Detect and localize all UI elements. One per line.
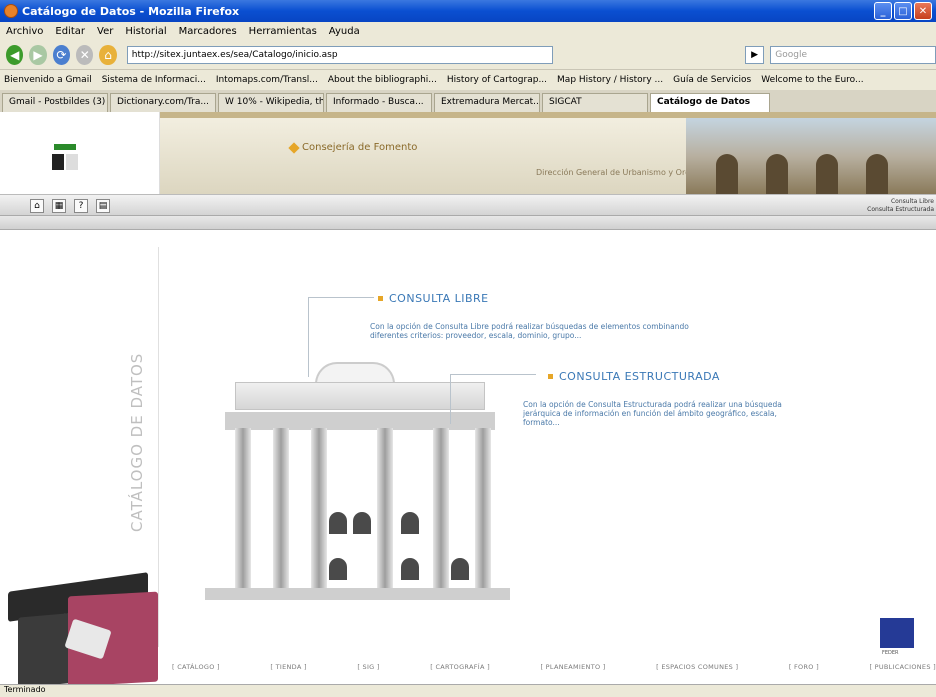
- tab-sigcat[interactable]: SIGCAT: [542, 93, 648, 112]
- connector-line: [308, 297, 374, 377]
- consulta-estructurada-link[interactable]: Consulta Estructurada: [867, 206, 934, 214]
- consejeria-title: Consejería de Fomento: [288, 141, 418, 154]
- back-icon[interactable]: ◀: [6, 44, 24, 65]
- ruins-image: [686, 118, 936, 194]
- minimize-button[interactable]: _: [874, 2, 892, 20]
- forward-icon[interactable]: ▶: [29, 44, 47, 65]
- stars-icon: [54, 144, 76, 150]
- reload-icon[interactable]: ⟳: [52, 44, 71, 65]
- firefox-icon: [4, 4, 18, 18]
- bookmark-item[interactable]: Welcome to the Euro...: [761, 75, 863, 85]
- bookmark-item[interactable]: About the bibliographi...: [328, 75, 437, 85]
- menu-historial[interactable]: Historial: [125, 26, 166, 37]
- navigation-toolbar: ◀ ▶ ⟳ ✕ ⌂ http://sitex.juntaex.es/sea/Ca…: [0, 40, 936, 70]
- close-button[interactable]: ✕: [914, 2, 932, 20]
- arch-shape: [816, 154, 838, 194]
- menu-bar: Archivo Editar Ver Historial Marcadores …: [0, 22, 936, 40]
- consulta-estructurada-link[interactable]: CONSULTA ESTRUCTURADA: [548, 370, 720, 383]
- eu-caption: FEDER: [882, 650, 899, 656]
- arch-shape: [716, 154, 738, 194]
- bookmark-item[interactable]: Bienvenido a Gmail: [4, 75, 92, 85]
- home-icon[interactable]: ⌂: [99, 44, 117, 65]
- arch-shape: [866, 154, 888, 194]
- tab-gmail[interactable]: Gmail - Postbildes (3): [2, 93, 108, 112]
- menu-herramientas[interactable]: Herramientas: [249, 26, 317, 37]
- stop-icon[interactable]: ✕: [76, 44, 94, 65]
- consulta-estructurada-title[interactable]: CONSULTA ESTRUCTURADA: [559, 370, 720, 383]
- bullet-icon: [378, 296, 383, 301]
- footer-link-catalogo[interactable]: [ CATÁLOGO ]: [172, 663, 220, 671]
- eu-flag-logo: [880, 618, 914, 648]
- footer-link-foro[interactable]: [ FORO ]: [789, 663, 819, 671]
- status-bar: Terminado: [0, 684, 936, 697]
- site-logo-area: [0, 112, 160, 194]
- folders-image: [8, 564, 158, 684]
- window-titlebar: Catálogo de Datos - Mozilla Firefox _ □ …: [0, 0, 936, 22]
- maximize-button[interactable]: □: [894, 2, 912, 20]
- tab-dictionary[interactable]: Dictionary.com/Tra...: [110, 93, 216, 112]
- tab-catalogo[interactable]: Catálogo de Datos: [650, 93, 770, 112]
- menu-ver[interactable]: Ver: [97, 26, 113, 37]
- consulta-estructurada-desc: Con la opción de Consulta Estructurada p…: [523, 400, 782, 427]
- menu-archivo[interactable]: Archivo: [6, 26, 43, 37]
- tab-wikipedia[interactable]: W 10% - Wikipedia, th...: [218, 93, 324, 112]
- home-icon[interactable]: ⌂: [30, 199, 44, 213]
- footer-link-publicaciones[interactable]: [ PUBLICACIONES ]: [869, 663, 936, 671]
- site-toolbar: ⌂ ▦ ? ▤: [0, 194, 936, 216]
- consulta-libre-title[interactable]: CONSULTA LIBRE: [389, 292, 489, 305]
- web-page: Consejería de Fomento Dirección General …: [0, 112, 936, 684]
- bookmark-item[interactable]: Sistema de Informaci...: [102, 75, 206, 85]
- footer-link-tienda[interactable]: [ TIENDA ]: [270, 663, 306, 671]
- arch-shape: [766, 154, 788, 194]
- consulta-libre-link[interactable]: CONSULTA LIBRE: [378, 292, 489, 305]
- print-icon[interactable]: ▤: [96, 199, 110, 213]
- side-label: CATÁLOGO DE DATOS: [128, 352, 146, 532]
- footer-link-cartografia[interactable]: [ CARTOGRAFÍA ]: [430, 663, 490, 671]
- bookmark-item[interactable]: History of Cartograp...: [447, 75, 547, 85]
- bookmarks-toolbar: Bienvenido a Gmail Sistema de Informaci.…: [0, 70, 936, 90]
- help-icon[interactable]: ?: [74, 199, 88, 213]
- site-subtoolbar: [0, 216, 936, 230]
- menu-ayuda[interactable]: Ayuda: [329, 26, 360, 37]
- junta-logo[interactable]: [52, 154, 78, 170]
- menu-marcadores[interactable]: Marcadores: [179, 26, 237, 37]
- bookmark-item[interactable]: Guía de Servicios: [673, 75, 751, 85]
- consulta-libre-link[interactable]: Consulta Libre: [867, 198, 934, 206]
- tab-extremadura[interactable]: Extremadura Mercat...: [434, 93, 540, 112]
- consulta-libre-desc: Con la opción de Consulta Libre podrá re…: [370, 322, 689, 340]
- search-input[interactable]: Google: [770, 45, 936, 64]
- footer-nav: [ CATÁLOGO ] [ TIENDA ] [ SIG ] [ CARTOG…: [172, 663, 936, 671]
- tab-informado[interactable]: Informado - Busca...: [326, 93, 432, 112]
- bookmark-item[interactable]: Map History / History ...: [557, 75, 663, 85]
- url-input[interactable]: http://sitex.juntaex.es/sea/Catalogo/ini…: [126, 45, 553, 64]
- site-header: Consejería de Fomento Dirección General …: [160, 112, 936, 194]
- tab-bar: Gmail - Postbildes (3) Dictionary.com/Tr…: [0, 90, 936, 112]
- header-links: Consulta Libre Consulta Estructurada: [867, 198, 934, 214]
- divider: [158, 247, 159, 647]
- map-icon[interactable]: ▦: [52, 199, 66, 213]
- window-title: Catálogo de Datos - Mozilla Firefox: [22, 4, 240, 18]
- footer-link-sig[interactable]: [ SIG ]: [357, 663, 379, 671]
- bullet-icon: [548, 374, 553, 379]
- footer-link-espacios[interactable]: [ ESPACIOS COMUNES ]: [656, 663, 738, 671]
- consejeria-text: Consejería de Fomento: [302, 142, 418, 153]
- menu-editar[interactable]: Editar: [55, 26, 85, 37]
- arrow-icon: [288, 141, 300, 154]
- bookmark-item[interactable]: Intomaps.com/Transl...: [216, 75, 318, 85]
- footer-link-planeamiento[interactable]: [ PLANEAMIENTO ]: [540, 663, 605, 671]
- go-button[interactable]: ▶: [744, 45, 765, 64]
